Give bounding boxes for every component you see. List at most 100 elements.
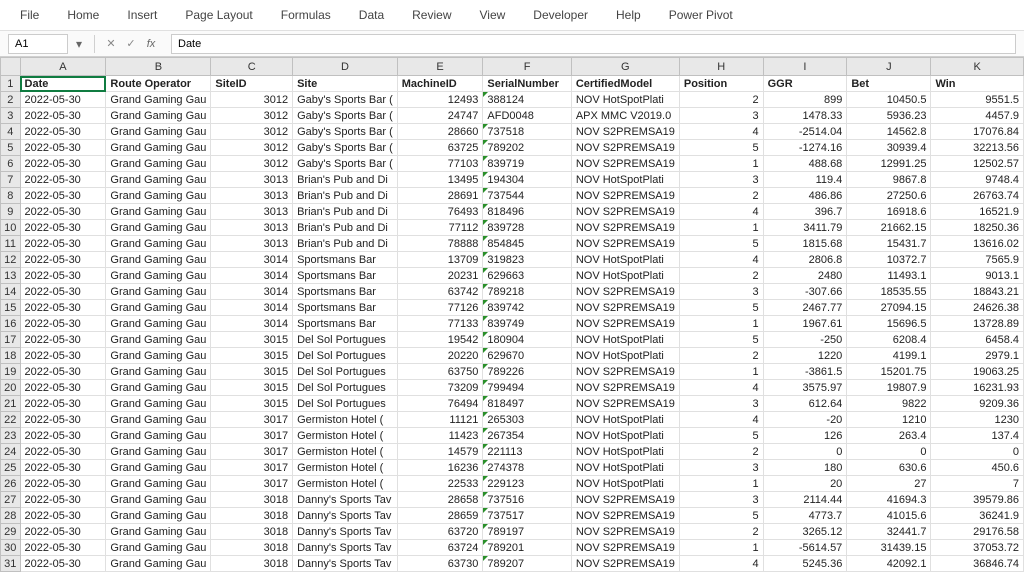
cell[interactable]: 2022-05-30 bbox=[20, 428, 106, 444]
cell[interactable]: NOV HotSpotPlati bbox=[571, 444, 679, 460]
cell[interactable]: Germiston Hotel ( bbox=[293, 428, 398, 444]
cell[interactable]: NOV HotSpotPlati bbox=[571, 172, 679, 188]
cell[interactable]: 2022-05-30 bbox=[20, 236, 106, 252]
row-header[interactable]: 28 bbox=[1, 508, 21, 524]
cell[interactable]: NOV HotSpotPlati bbox=[571, 348, 679, 364]
row-header[interactable]: 18 bbox=[1, 348, 21, 364]
column-header-K[interactable]: K bbox=[931, 58, 1024, 76]
cell[interactable]: Gaby's Sports Bar ( bbox=[293, 108, 398, 124]
cell[interactable]: 3013 bbox=[211, 172, 293, 188]
cell[interactable]: 4 bbox=[679, 252, 763, 268]
ribbon-tab-help[interactable]: Help bbox=[604, 4, 653, 26]
cell[interactable]: 11493.1 bbox=[847, 268, 931, 284]
cell[interactable]: 1478.33 bbox=[763, 108, 847, 124]
ribbon-tab-page-layout[interactable]: Page Layout bbox=[173, 4, 264, 26]
cell[interactable]: 0 bbox=[847, 444, 931, 460]
cell[interactable]: -250 bbox=[763, 332, 847, 348]
cell[interactable]: 63750 bbox=[397, 364, 483, 380]
cell[interactable]: 3015 bbox=[211, 332, 293, 348]
cell[interactable]: Sportsmans Bar bbox=[293, 284, 398, 300]
cell[interactable]: NOV HotSpotPlati bbox=[571, 476, 679, 492]
fx-icon[interactable]: fx bbox=[143, 38, 159, 50]
cell[interactable]: 396.7 bbox=[763, 204, 847, 220]
cell[interactable]: 6208.4 bbox=[847, 332, 931, 348]
cell[interactable]: 2022-05-30 bbox=[20, 460, 106, 476]
cell[interactable]: 20220 bbox=[397, 348, 483, 364]
cell[interactable]: Danny's Sports Tav bbox=[293, 524, 398, 540]
cell[interactable]: Germiston Hotel ( bbox=[293, 444, 398, 460]
cell[interactable]: 3015 bbox=[211, 348, 293, 364]
cell[interactable]: 36846.74 bbox=[931, 556, 1024, 572]
accept-icon[interactable]: ✓ bbox=[123, 37, 139, 50]
cell[interactable]: 2 bbox=[679, 268, 763, 284]
cell[interactable]: 789197 bbox=[483, 524, 571, 540]
cell[interactable]: 267354 bbox=[483, 428, 571, 444]
column-header-A[interactable]: A bbox=[20, 58, 106, 76]
cell[interactable]: 4 bbox=[679, 412, 763, 428]
row-header[interactable]: 24 bbox=[1, 444, 21, 460]
row-header[interactable]: 15 bbox=[1, 300, 21, 316]
column-header-E[interactable]: E bbox=[397, 58, 483, 76]
cell[interactable]: 77112 bbox=[397, 220, 483, 236]
cell[interactable]: 18843.21 bbox=[931, 284, 1024, 300]
cell[interactable]: NOV S2PREMSA19 bbox=[571, 508, 679, 524]
cell[interactable]: 37053.72 bbox=[931, 540, 1024, 556]
cell[interactable]: NOV S2PREMSA19 bbox=[571, 492, 679, 508]
row-header[interactable]: 29 bbox=[1, 524, 21, 540]
cell[interactable]: 3017 bbox=[211, 412, 293, 428]
cell[interactable]: Grand Gaming Gau bbox=[106, 268, 211, 284]
row-header[interactable]: 20 bbox=[1, 380, 21, 396]
row-header[interactable]: 23 bbox=[1, 428, 21, 444]
cell[interactable]: 3012 bbox=[211, 92, 293, 108]
row-header[interactable]: 25 bbox=[1, 460, 21, 476]
cell[interactable]: 27 bbox=[847, 476, 931, 492]
cell[interactable]: 1 bbox=[679, 364, 763, 380]
cell[interactable]: 19542 bbox=[397, 332, 483, 348]
cell[interactable]: 839742 bbox=[483, 300, 571, 316]
cell[interactable]: 13616.02 bbox=[931, 236, 1024, 252]
cell[interactable]: 5 bbox=[679, 428, 763, 444]
cell[interactable]: 2022-05-30 bbox=[20, 220, 106, 236]
cell[interactable]: 3575.97 bbox=[763, 380, 847, 396]
cell[interactable]: 6458.4 bbox=[931, 332, 1024, 348]
cell[interactable]: Date bbox=[20, 76, 106, 92]
row-header[interactable]: 26 bbox=[1, 476, 21, 492]
cell[interactable]: Grand Gaming Gau bbox=[106, 364, 211, 380]
cell[interactable]: 63720 bbox=[397, 524, 483, 540]
cell[interactable]: 0 bbox=[931, 444, 1024, 460]
cell[interactable]: 3013 bbox=[211, 220, 293, 236]
cell[interactable]: Grand Gaming Gau bbox=[106, 476, 211, 492]
cell[interactable]: 818496 bbox=[483, 204, 571, 220]
cell[interactable]: Grand Gaming Gau bbox=[106, 492, 211, 508]
row-header[interactable]: 19 bbox=[1, 364, 21, 380]
cell[interactable]: 2022-05-30 bbox=[20, 92, 106, 108]
cell[interactable]: 3265.12 bbox=[763, 524, 847, 540]
cell[interactable]: 789207 bbox=[483, 556, 571, 572]
row-header[interactable]: 16 bbox=[1, 316, 21, 332]
ribbon-tab-file[interactable]: File bbox=[8, 4, 51, 26]
cell[interactable]: 2022-05-30 bbox=[20, 124, 106, 140]
cell[interactable]: Danny's Sports Tav bbox=[293, 492, 398, 508]
cell[interactable]: 36241.9 bbox=[931, 508, 1024, 524]
row-header[interactable]: 14 bbox=[1, 284, 21, 300]
cell[interactable]: 9748.4 bbox=[931, 172, 1024, 188]
cell[interactable]: NOV HotSpotPlati bbox=[571, 428, 679, 444]
ribbon-tab-power-pivot[interactable]: Power Pivot bbox=[657, 4, 745, 26]
cell[interactable]: 2022-05-30 bbox=[20, 188, 106, 204]
cell[interactable]: 3014 bbox=[211, 252, 293, 268]
cell[interactable]: Grand Gaming Gau bbox=[106, 412, 211, 428]
cell[interactable]: Grand Gaming Gau bbox=[106, 124, 211, 140]
cell[interactable]: Del Sol Portugues bbox=[293, 332, 398, 348]
cell[interactable]: NOV S2PREMSA19 bbox=[571, 220, 679, 236]
cell[interactable]: 3014 bbox=[211, 316, 293, 332]
cell[interactable]: 4 bbox=[679, 380, 763, 396]
cell[interactable]: 5 bbox=[679, 140, 763, 156]
cell[interactable]: 3 bbox=[679, 108, 763, 124]
cell[interactable]: 15696.5 bbox=[847, 316, 931, 332]
cell[interactable]: Sportsmans Bar bbox=[293, 300, 398, 316]
cell[interactable]: 2022-05-30 bbox=[20, 524, 106, 540]
cell[interactable]: Grand Gaming Gau bbox=[106, 556, 211, 572]
column-header-I[interactable]: I bbox=[763, 58, 847, 76]
cell[interactable]: 789218 bbox=[483, 284, 571, 300]
cell[interactable]: 20 bbox=[763, 476, 847, 492]
